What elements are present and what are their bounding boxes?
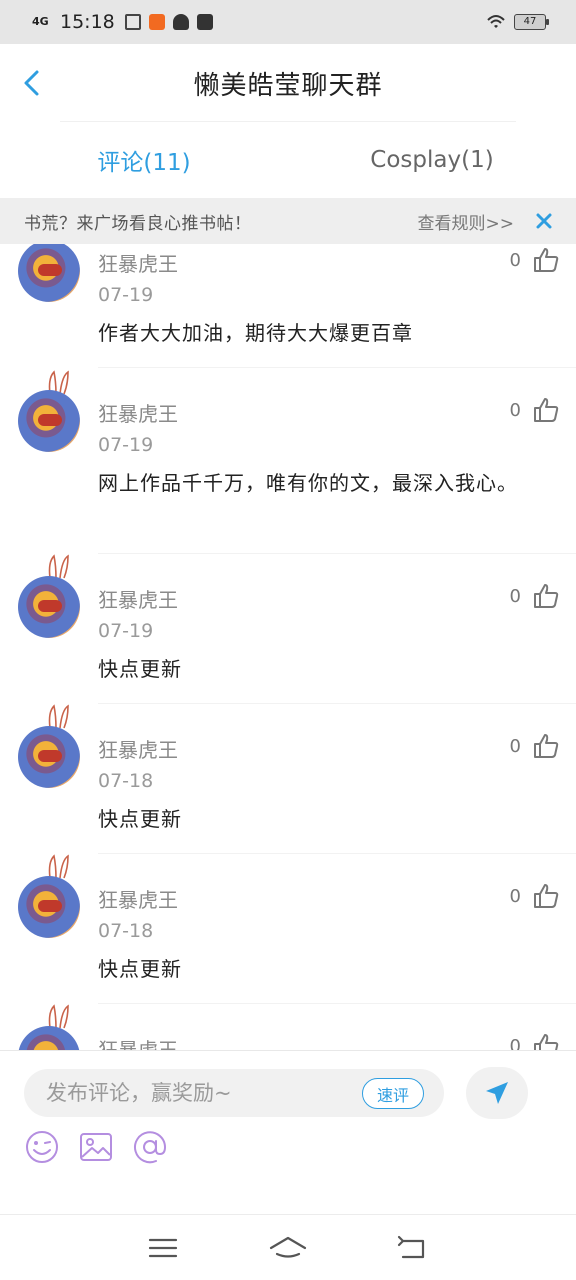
comment-input[interactable]	[46, 1081, 346, 1105]
screenshot-icon	[124, 14, 141, 30]
comment-date: 07-19	[98, 284, 154, 306]
app-icon	[196, 14, 213, 30]
header: 懒美皓莹聊天群	[0, 44, 576, 122]
comment-text: 快点更新	[98, 657, 182, 681]
mention-icon[interactable]	[132, 1129, 168, 1165]
thumbs-up-icon[interactable]	[532, 1032, 560, 1050]
comment-composer: 速评	[0, 1050, 576, 1214]
battery-indicator: 47	[514, 14, 549, 30]
thumbs-up-icon[interactable]	[532, 396, 560, 424]
comment-date: 07-19	[98, 620, 154, 642]
comment-username[interactable]: 狂暴虎王	[98, 734, 178, 763]
avatar[interactable]	[18, 390, 80, 452]
thumbs-up-icon[interactable]	[532, 732, 560, 760]
back-button[interactable]	[16, 66, 50, 100]
home-icon[interactable]	[268, 1233, 308, 1263]
status-icons	[124, 14, 213, 30]
back-nav-icon[interactable]	[393, 1233, 433, 1263]
like-count: 0	[509, 1036, 521, 1050]
tab-cosplay[interactable]: Cosplay(1)	[288, 122, 576, 198]
comment-item: 狂暴虎王 0	[0, 1004, 576, 1050]
quick-comment-button[interactable]: 速评	[361, 1078, 424, 1109]
bell-icon	[172, 14, 189, 30]
comment-list[interactable]: 狂暴虎王 07-19 作者大大加油，期待大大爆更百章 0 狂暴虎王 07-19 …	[0, 244, 576, 1050]
send-button[interactable]	[466, 1067, 528, 1119]
avatar[interactable]	[18, 726, 80, 788]
tab-bar: 评论(11) Cosplay(1)	[0, 122, 576, 198]
system-nav-bar	[0, 1214, 576, 1280]
like-count: 0	[509, 400, 521, 421]
avatar[interactable]	[18, 876, 80, 938]
comment-username[interactable]: 狂暴虎王	[98, 248, 178, 277]
comment-item: 狂暴虎王 07-19 作者大大加油，期待大大爆更百章 0	[0, 244, 576, 368]
notice-banner: 书荒？来广场看良心推书帖！ 查看规则>>	[0, 198, 576, 244]
comment-date: 07-18	[98, 920, 154, 942]
comment-text: 网上作品千千万，唯有你的文，最深入我心。	[98, 471, 518, 495]
thumbs-up-icon[interactable]	[532, 582, 560, 610]
avatar[interactable]	[18, 244, 80, 302]
image-icon[interactable]	[78, 1129, 114, 1165]
comment-item: 狂暴虎王 07-19 快点更新 0	[0, 554, 576, 704]
like-count: 0	[509, 250, 521, 271]
thumbs-up-icon[interactable]	[532, 882, 560, 910]
emoji-icon[interactable]	[24, 1129, 60, 1165]
menu-icon[interactable]	[143, 1233, 183, 1263]
wifi-icon	[487, 15, 505, 28]
avatar[interactable]	[18, 576, 80, 638]
network-indicator: 4G	[32, 15, 49, 28]
status-bar: 4G 15:18 47	[0, 0, 576, 44]
comment-input-box[interactable]: 速评	[24, 1069, 444, 1117]
close-icon[interactable]	[534, 211, 554, 231]
comment-text: 作者大大加油，期待大大爆更百章	[98, 321, 413, 345]
thumbs-up-icon[interactable]	[532, 246, 560, 274]
page-title: 懒美皓莹聊天群	[193, 70, 383, 101]
comment-date: 07-19	[98, 434, 154, 456]
comment-item: 狂暴虎王 07-18 快点更新 0	[0, 704, 576, 854]
comment-text: 快点更新	[98, 807, 182, 831]
like-count: 0	[509, 736, 521, 757]
comment-item: 狂暴虎王 07-18 快点更新 0	[0, 854, 576, 1004]
send-icon	[486, 1082, 508, 1104]
comment-username[interactable]: 狂暴虎王	[98, 398, 178, 427]
like-count: 0	[509, 886, 521, 907]
comment-username[interactable]: 狂暴虎王	[98, 584, 178, 613]
comment-username[interactable]: 狂暴虎王	[98, 884, 178, 913]
comment-date: 07-18	[98, 770, 154, 792]
status-right: 47	[486, 14, 549, 30]
app-notification-icon	[148, 14, 165, 30]
view-rules-link[interactable]: 查看规则>>	[418, 209, 515, 234]
comment-item: 狂暴虎王 07-19 网上作品千千万，唯有你的文，最深入我心。 0	[0, 368, 576, 554]
composer-tools	[24, 1129, 168, 1165]
tab-comments[interactable]: 评论(11)	[0, 122, 288, 198]
notice-text[interactable]: 书荒？来广场看良心推书帖！	[24, 209, 252, 234]
comment-text: 快点更新	[98, 957, 182, 981]
status-time: 15:18	[60, 11, 115, 33]
like-count: 0	[509, 586, 521, 607]
comment-username[interactable]: 狂暴虎王	[98, 1034, 178, 1050]
